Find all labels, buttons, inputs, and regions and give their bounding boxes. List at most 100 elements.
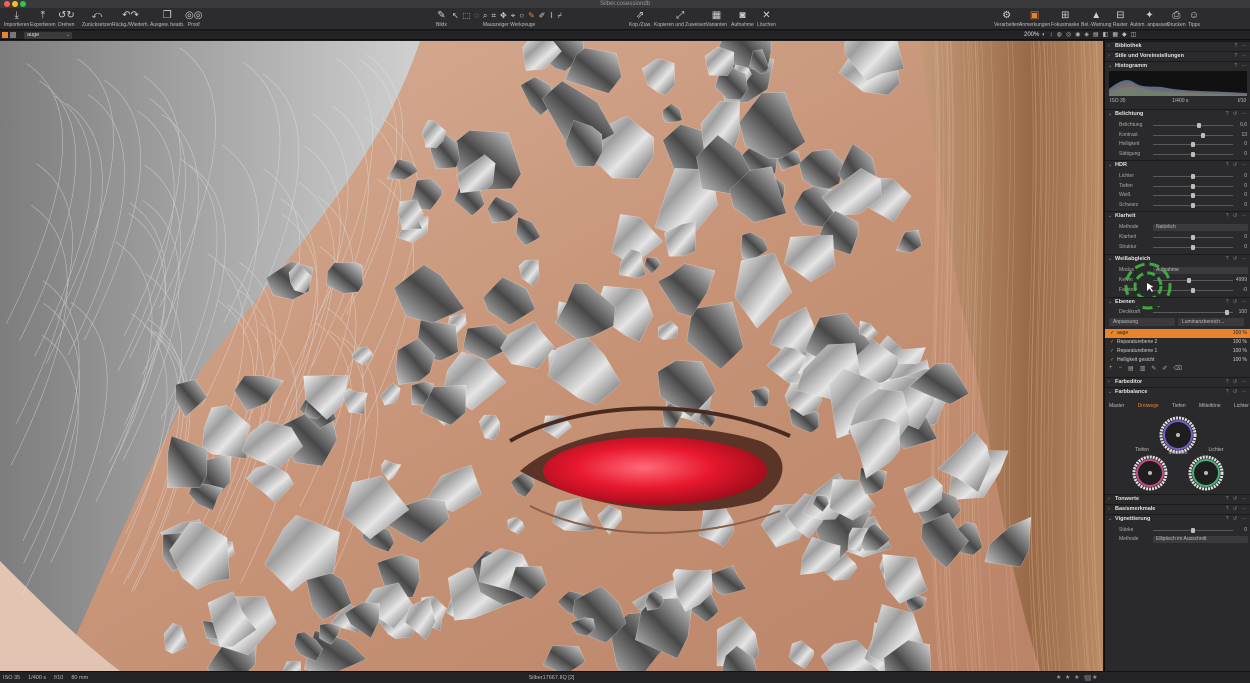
slider-value[interactable]: 0 — [1244, 173, 1247, 180]
checkmark-icon[interactable]: ✓ — [1110, 356, 1114, 365]
viewer-tool-icon[interactable]: ↕ — [1050, 32, 1053, 39]
vignette-strength-knob[interactable] — [1191, 528, 1195, 533]
viewer-tool-icon[interactable]: ◍ — [1057, 32, 1062, 39]
cursor-tool-icon[interactable]: ◌ — [474, 11, 483, 20]
slider-klarheit[interactable]: Klarheit 0 — [1105, 233, 1250, 242]
viewer-tool-icon[interactable]: ◉ — [1075, 32, 1080, 39]
opacity-knob[interactable] — [1225, 310, 1229, 315]
cursor-tool-icon[interactable]: ✥ — [500, 11, 511, 20]
cursor-tool-icon[interactable]: ⌿ — [557, 11, 566, 20]
slider-value[interactable]: 0 — [1244, 234, 1247, 241]
variant-select[interactable]: auge ⌄ — [24, 32, 72, 39]
viewer-tool-icon[interactable]: ◆ — [1122, 32, 1127, 39]
section-belichtung[interactable]: ⌄ Belichtung ? ↺ ⋯ — [1105, 109, 1250, 118]
section-actions[interactable]: ? ⋯ — [1234, 62, 1248, 71]
rating-stars[interactable]: ★ ★ ★ ★ ★ — [1056, 672, 1099, 683]
cursor-tool-icon[interactable]: ⌗ — [492, 11, 501, 20]
viewer-tool-icon[interactable]: ◐ — [1042, 32, 1046, 39]
cursor-tool-icon[interactable]: ⬚ — [463, 11, 475, 20]
section-actions[interactable]: ? ↺ ⋯ — [1226, 110, 1248, 119]
camera-button[interactable]: ◙ Aufnahme — [731, 9, 754, 28]
layer-tool-icon[interactable]: ▥ — [1140, 365, 1146, 372]
slider-value[interactable]: 0 — [1244, 183, 1247, 190]
opacity-value[interactable]: 100 — [1239, 309, 1247, 316]
slider-lichter[interactable]: Lichter 0 — [1105, 172, 1250, 181]
slider-value[interactable]: -0 — [1243, 287, 1247, 294]
section-actions[interactable]: ? ⋯ — [1234, 52, 1248, 61]
viewer-tool-icon[interactable]: ◧ — [1103, 32, 1109, 39]
single-view-icon[interactable] — [10, 32, 16, 38]
slider-track[interactable] — [1153, 125, 1233, 126]
slider-knob[interactable] — [1191, 202, 1195, 208]
viewer-tool-icon[interactable]: ◎ — [1066, 32, 1071, 39]
slider-knob[interactable] — [1187, 278, 1191, 283]
rotate-button[interactable]: ↺↻ Drehen — [58, 9, 75, 28]
print-button[interactable]: ⎙ Drucken — [1167, 9, 1186, 28]
reset-button[interactable]: ⤺ Zurücksetzen — [82, 9, 112, 28]
slider-struktur[interactable]: Struktur 0 — [1105, 243, 1250, 252]
slider-schwarz[interactable]: Schwarz 0 — [1105, 201, 1250, 210]
section-farbeditor[interactable]: › Farbeditor ? ↺ ⋯ — [1105, 377, 1250, 386]
slider-knob[interactable] — [1197, 123, 1202, 128]
slider-tiefen[interactable]: Tiefen 0 — [1105, 182, 1250, 191]
process-gear-button[interactable]: ⚙ Verarbeiten — [994, 9, 1020, 28]
undo-redo-button[interactable]: ↶↷ Rückg./Wiederh. — [112, 9, 149, 28]
slider-knob[interactable] — [1191, 235, 1195, 240]
section-actions[interactable]: ? ↺ ⋯ — [1226, 255, 1248, 264]
brush-button[interactable]: ✎ Bildx — [436, 9, 447, 28]
section-actions[interactable]: ? ↺ ⋯ — [1226, 495, 1248, 504]
slider-track[interactable] — [1153, 134, 1233, 136]
image-viewer[interactable] — [0, 41, 1103, 671]
layer-row[interactable]: ✓ Reparaturebene 1 100 % — [1105, 347, 1250, 356]
slider-sättigung[interactable]: Sättigung 0 — [1105, 150, 1250, 159]
variants-button[interactable]: ▦ Varianten — [706, 9, 727, 28]
section-actions[interactable]: ? ↺ ⋯ — [1226, 505, 1248, 514]
section-ebenen[interactable]: ⌄ Ebenen ? ↺ ⋯ — [1105, 297, 1250, 306]
layer-row[interactable]: ✓ Reparaturebene 2 100 % — [1105, 338, 1250, 347]
slider-knob[interactable] — [1191, 193, 1195, 198]
slider-knob[interactable] — [1191, 151, 1195, 157]
exposure-warning-button[interactable]: ▲ Bel.-Warnung — [1081, 9, 1111, 28]
zoom-level[interactable]: 200% — [1024, 31, 1039, 40]
vignette-strength-slider[interactable]: Stärke 0 — [1105, 526, 1250, 535]
section-klarheit[interactable]: ⌄ Klarheit ? ↺ ⋯ — [1105, 211, 1250, 220]
layer-tool-icon[interactable]: ✎ — [1151, 365, 1156, 372]
cursor-tool-icon[interactable]: ↖ — [452, 11, 463, 20]
section-actions[interactable]: ? ↺ ⋯ — [1226, 298, 1248, 307]
slider-knob[interactable] — [1191, 142, 1195, 147]
tab-dreiwege[interactable]: Dreiwege — [1138, 403, 1159, 409]
slider-value[interactable]: 0 — [1244, 141, 1247, 148]
slider-value[interactable]: 0,6 — [1240, 122, 1247, 129]
slider-value[interactable]: 0 — [1244, 151, 1247, 158]
section-actions[interactable]: ? ↺ ⋯ — [1226, 515, 1248, 524]
slider-knob[interactable] — [1191, 183, 1195, 189]
copy-paste-button[interactable]: ⤢ Kopieren und Zuweisen — [654, 9, 707, 28]
slider-value[interactable]: 4999 — [1236, 277, 1247, 284]
slider-weiß[interactable]: Weiß 0 — [1105, 191, 1250, 200]
tab-mitteltöne[interactable]: Mitteltöne — [1199, 403, 1221, 409]
slider-knob[interactable] — [1191, 244, 1195, 250]
checkmark-icon[interactable]: ✓ — [1110, 329, 1114, 338]
copy-apply-button[interactable]: ⇗ Kop./Zuw. — [629, 9, 651, 28]
viewer-tool-icon[interactable]: ▦ — [1112, 32, 1118, 39]
grid-view-icon[interactable] — [2, 32, 8, 38]
annotations-button[interactable]: ▣ Anmerkungen — [1019, 9, 1050, 28]
slider-value[interactable]: 0 — [1244, 202, 1247, 209]
cursor-tool-icon[interactable]: ○ — [519, 11, 528, 20]
vignette-method-select[interactable]: Elliptisch im Ausschnitt — [1153, 536, 1248, 543]
cursor-tool-icon[interactable]: ⌖ — [511, 11, 520, 20]
layer-row[interactable]: ✓ Helligkeit gesicht 100 % — [1105, 356, 1250, 365]
section-actions[interactable]: ? ⋯ — [1234, 42, 1248, 51]
export-button[interactable]: ⤒ Exportieren — [30, 9, 56, 28]
section-actions[interactable]: ? ↺ ⋯ — [1226, 378, 1248, 387]
checkmark-icon[interactable]: ✓ — [1110, 338, 1114, 347]
layer-row[interactable]: ✓ auge 100 % — [1105, 329, 1250, 338]
section-farbbalance[interactable]: ⌄ Farbbalance ? ↺ ⋯ — [1105, 387, 1250, 396]
section-basismerkmale[interactable]: › Basismerkmale ? ↺ ⋯ — [1105, 504, 1250, 513]
auto-adjust-button[interactable]: ✦ Autom. anpassen — [1130, 9, 1169, 28]
cursor-tool-icon[interactable]: ✐ — [539, 11, 550, 20]
section-actions[interactable]: ? ↺ ⋯ — [1226, 212, 1248, 221]
luminance-range-button[interactable]: Luminanzbereich... — [1178, 318, 1244, 326]
slider-helligkeit[interactable]: Helligkeit 0 — [1105, 140, 1250, 149]
slider-kontrast[interactable]: Kontrast 13 — [1105, 131, 1250, 140]
